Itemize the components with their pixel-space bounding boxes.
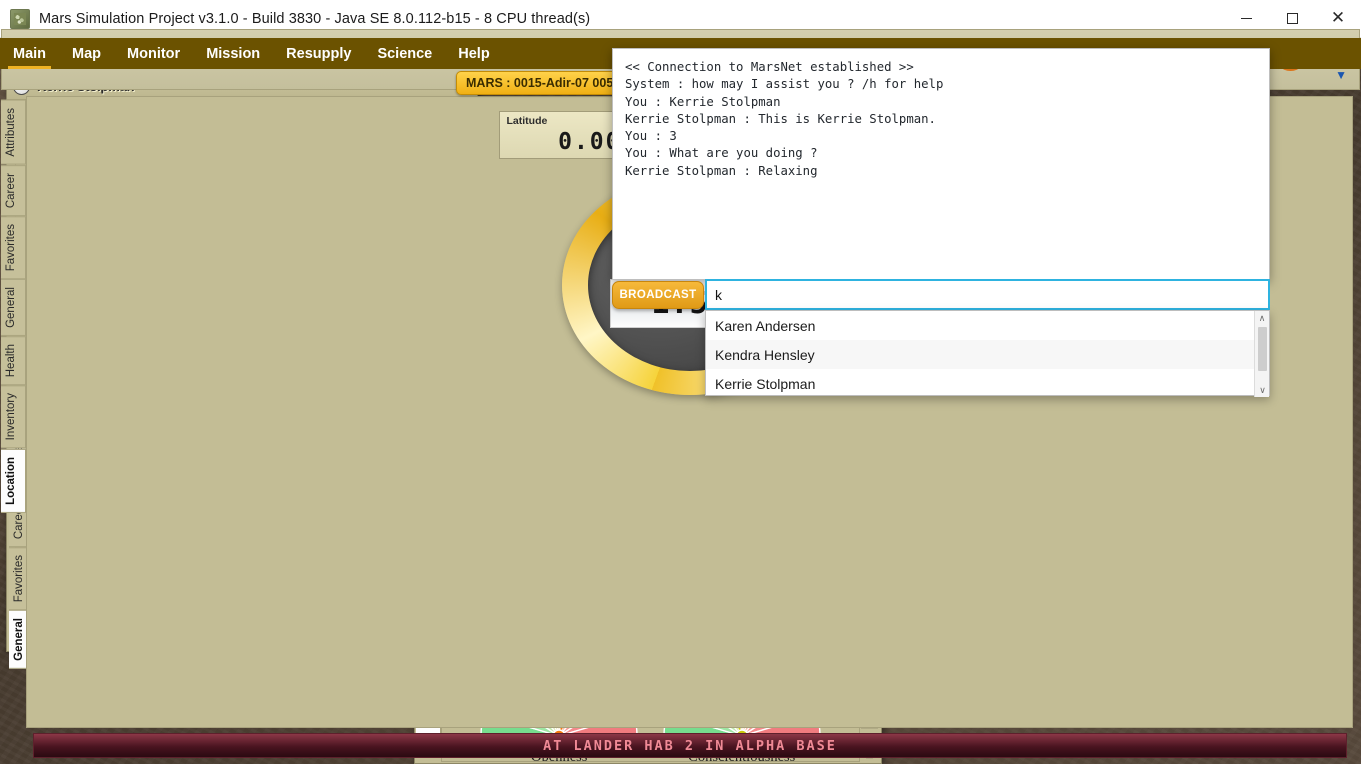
chat-log-line: << Connection to MarsNet established >> [625,59,1257,75]
chat-log-line: You : Kerrie Stolpman [625,94,1257,110]
location-status-text: AT LANDER HAB 2 IN ALPHA BASE [543,738,837,754]
sidebar-item-attributes[interactable]: Attributes [1,100,26,165]
sidebar-item-health[interactable]: Health [1,336,26,385]
app-logo-icon [10,9,30,29]
chat-input[interactable]: k [705,279,1270,310]
chat-log-line: System : how may I assist you ? /h for h… [625,76,1257,92]
menu-item-mission[interactable]: Mission [193,38,273,69]
sidebar-item-inventory[interactable]: Inventory [1,385,26,448]
location-tab-strip: Location Inventory Health General Favori… [1,100,26,512]
autocomplete-option-kerrie[interactable]: Kerrie Stolpman [706,369,1269,398]
autocomplete-scrollbar[interactable]: ∧ ∨ [1254,311,1269,397]
menu-item-main[interactable]: Main [0,38,59,69]
sidebar-item-career[interactable]: Career [1,165,26,216]
scroll-thumb[interactable] [1258,327,1267,371]
status-badge: AT LANDER HAB 2 IN ALPHA BASE [33,733,1347,758]
chat-log: << Connection to MarsNet established >>S… [612,48,1270,280]
window-title: Mars Simulation Project v3.1.0 - Build 3… [39,11,590,27]
scroll-up-icon[interactable]: ∧ [1255,311,1269,325]
autocomplete-option-karen[interactable]: Karen Andersen [706,311,1269,340]
autocomplete-option-kendra[interactable]: Kendra Hensley [706,340,1269,369]
mars-date-badge: MARS : 0015-Adir-07 005 [456,71,623,95]
menu-item-science[interactable]: Science [364,38,445,69]
scroll-down-icon[interactable]: ∨ [1255,383,1270,397]
broadcast-button[interactable]: BROADCAST [612,281,704,309]
autocomplete-dropdown: Karen Andersen Kendra Hensley Kerrie Sto… [705,310,1270,396]
sidebar-item-favorites[interactable]: Favorites [1,216,26,279]
menu-item-monitor[interactable]: Monitor [114,38,193,69]
chat-input-value: k [715,287,722,303]
chat-log-line: You : 3 [625,128,1257,144]
chat-log-line: You : What are you doing ? [625,145,1257,161]
latitude-label: Latitude [507,115,548,127]
menu-item-help[interactable]: Help [445,38,502,69]
marsnet-chat-window: << Connection to MarsNet established >>S… [612,48,1270,410]
sidebar-item-general[interactable]: General [1,279,26,336]
chat-log-line: Kerrie Stolpman : Relaxing [625,163,1257,179]
sidebar-item-location[interactable]: Location [1,449,26,513]
chat-log-line: Kerrie Stolpman : This is Kerrie Stolpma… [625,111,1257,127]
menu-item-resupply[interactable]: Resupply [273,38,364,69]
location-window: – ✕ ▲ ▼ Location Inventory Health Genera… [0,0,477,498]
chevron-down-icon[interactable]: ▼ [1335,68,1347,82]
menu-item-map[interactable]: Map [59,38,114,69]
